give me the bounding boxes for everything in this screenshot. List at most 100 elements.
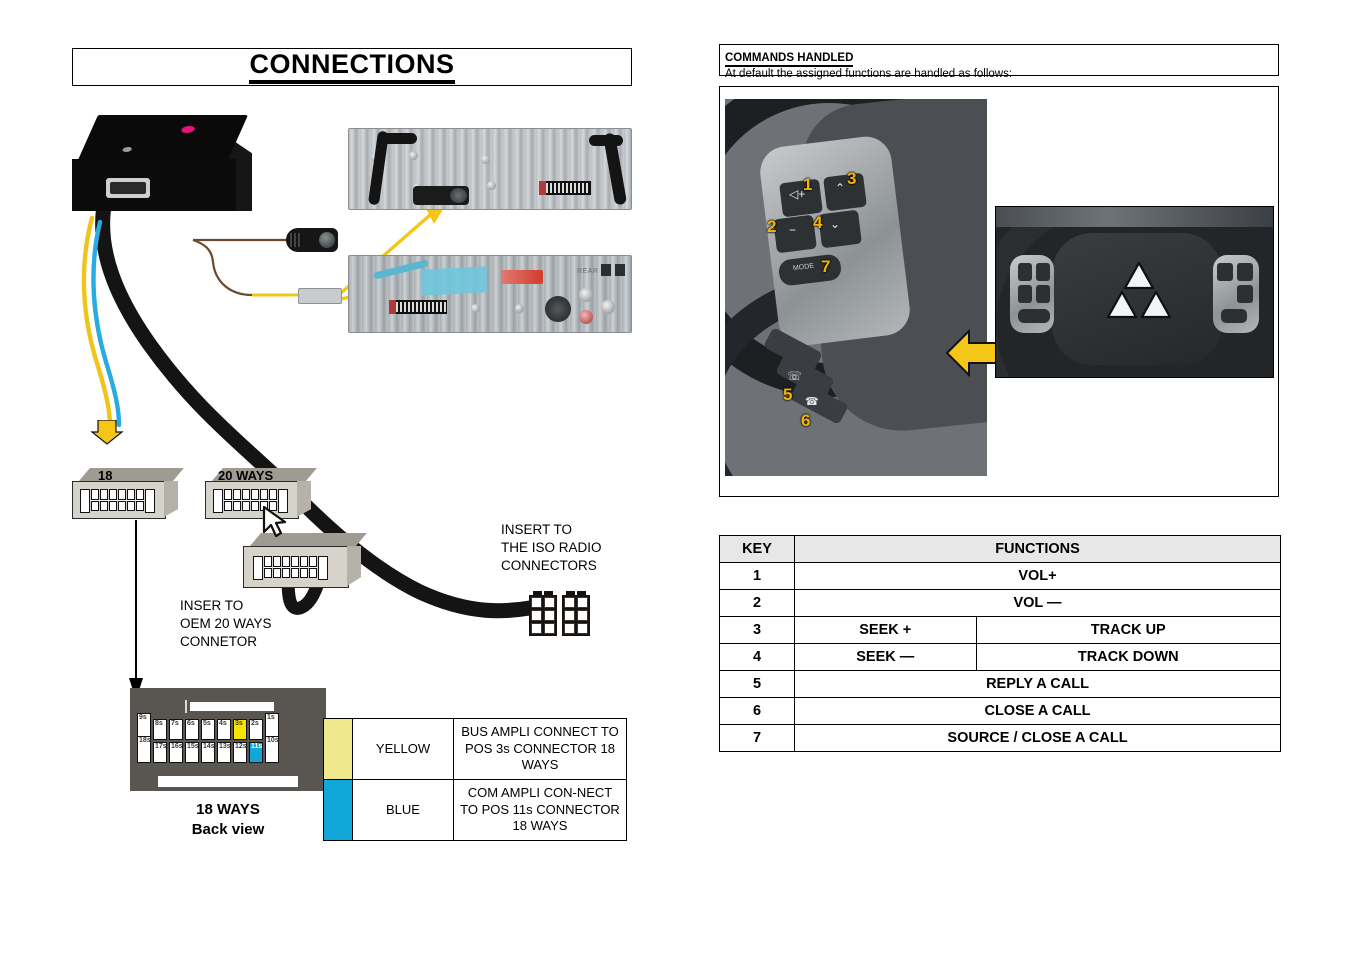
backview-pin-11s: 11s bbox=[249, 742, 263, 763]
backview-pin-12s: 12s bbox=[233, 742, 247, 763]
module-front bbox=[72, 159, 236, 211]
note-insert-oem: INSER TO OEM 20 WAYS CONNETOR bbox=[180, 598, 272, 649]
functions-table-row: 5 REPLY A CALL bbox=[719, 670, 1281, 698]
functions-table-header-row: KEY FUNCTIONS bbox=[719, 535, 1281, 563]
connector-18-label: 18 bbox=[98, 468, 113, 483]
multi-pin-socket bbox=[545, 296, 571, 322]
connector-20-ways-lower bbox=[243, 533, 367, 589]
radio-rear-photo-bottom: REAR bbox=[348, 255, 632, 333]
connector-18-back-view: 9s 8s 7s 6s 5s 4s 3s 2s 1s 18s 17s 16s 15s 14s 13s 12s… bbox=[130, 688, 326, 791]
commands-handled-title: COMMANDS HANDLED bbox=[725, 52, 854, 68]
page-title: CONNECTIONS bbox=[249, 50, 455, 84]
connector-18 bbox=[72, 468, 184, 519]
backview-pin-3s: 3s bbox=[233, 719, 247, 740]
function-cell: VOL+ bbox=[794, 562, 1281, 590]
backview-pin-2s: 2s bbox=[249, 719, 263, 740]
red-connector bbox=[501, 270, 543, 284]
backview-pin-8s: 8s bbox=[153, 719, 167, 740]
backview-pin-14s: 14s bbox=[201, 742, 215, 763]
functions-table: KEY FUNCTIONS 1 VOL+ 2 VOL —3 SEEK + TRACK UP… bbox=[719, 535, 1282, 752]
wire-description: BUS AMPLI CONNECT TO POS 3s CONNECTOR 18… bbox=[453, 718, 627, 780]
functions-table-row: 2 VOL — bbox=[719, 589, 1281, 617]
blue-tape-label bbox=[420, 266, 488, 296]
wire-colour-name: BLUE bbox=[352, 778, 454, 841]
function-cell-secondary: TRACK DOWN bbox=[975, 643, 1282, 671]
commands-handled-header: COMMANDS HANDLED At default the assigned… bbox=[719, 44, 1279, 80]
interface-module-box bbox=[72, 115, 252, 219]
key-cell-2: 2 bbox=[719, 589, 795, 617]
callout-6: 6 bbox=[801, 411, 811, 430]
key-cell-7: 7 bbox=[719, 724, 795, 752]
functions-table-row: 1 VOL+ bbox=[719, 562, 1281, 590]
backview-pin-18s: 18s bbox=[137, 736, 151, 763]
functions-table-row: 4 SEEK — TRACK DOWN bbox=[719, 643, 1282, 671]
iso-connector-b bbox=[562, 591, 590, 636]
backview-caption-line1: 18 WAYS bbox=[196, 801, 260, 818]
page-title-box: CONNECTIONS bbox=[72, 48, 632, 86]
backview-pin-16s: 16s bbox=[169, 742, 183, 763]
rear-label: REAR bbox=[577, 268, 599, 275]
backview-top-row: 9s 8s 7s 6s 5s 4s 3s 2s 1s bbox=[137, 713, 279, 740]
yellow-down-arrow-small bbox=[90, 420, 124, 445]
key-cell-5: 5 bbox=[719, 670, 795, 698]
backview-pin-6s: 6s bbox=[185, 719, 199, 740]
mitsubishi-logo-icon bbox=[1106, 261, 1172, 319]
function-cell-primary: SEEK — bbox=[794, 643, 977, 671]
functions-table-row: 6 CLOSE A CALL bbox=[719, 697, 1281, 725]
backview-pin-4s: 4s bbox=[217, 719, 231, 740]
callout-2: 2 bbox=[767, 217, 777, 236]
function-cell: CLOSE A CALL bbox=[794, 697, 1281, 725]
connector-20-ways-label: 20 WAYS bbox=[218, 468, 274, 483]
callout-7: 7 bbox=[821, 257, 831, 276]
function-cell: SOURCE / CLOSE A CALL bbox=[794, 724, 1281, 752]
callout-3: 3 bbox=[847, 169, 857, 188]
radio-chassis bbox=[348, 128, 632, 210]
note-insert-iso: INSERT TO THE ISO RADIO CONNECTORS bbox=[501, 522, 602, 573]
radio-rear-photo-top bbox=[348, 128, 632, 210]
module-cable-port bbox=[106, 178, 150, 198]
wire-description: COM AMPLI CON-NECT TO POS 11s CONNECTOR … bbox=[453, 778, 627, 841]
backview-caption: 18 WAYS Back view bbox=[130, 800, 326, 841]
colour-swatch-blue bbox=[323, 778, 353, 841]
patch-lead-plug bbox=[286, 228, 338, 252]
functions-table-row: 3 SEEK + TRACK UP bbox=[719, 616, 1282, 644]
cable-routing-diagram bbox=[81, 192, 538, 700]
backview-bottom-row: 18s 17s 16s 15s 14s 13s 12s 11s 10s bbox=[137, 736, 279, 763]
colour-swatch-yellow bbox=[323, 718, 353, 780]
callout-4: 4 bbox=[813, 213, 823, 232]
steering-wheel-photo-inset bbox=[995, 206, 1274, 378]
module-led-secondary bbox=[121, 147, 133, 152]
callout-1: 1 bbox=[803, 175, 813, 194]
legend-row: YELLOW BUS AMPLI CONNECT TO POS 3s CONNEC… bbox=[323, 718, 627, 780]
backview-pin-15s: 15s bbox=[185, 742, 199, 763]
backview-pin-17s: 17s bbox=[153, 742, 167, 763]
backview-pin-10s: 10s bbox=[265, 736, 279, 763]
callout-5: 5 bbox=[783, 385, 793, 404]
radio-chassis-2: REAR bbox=[348, 255, 632, 333]
module-led-indicator bbox=[180, 126, 197, 133]
function-cell-secondary: TRACK UP bbox=[975, 616, 1282, 644]
backview-pin-7s: 7s bbox=[169, 719, 183, 740]
backview-pin-13s: 13s bbox=[217, 742, 231, 763]
steering-wheel-photo-main: MODE ◁+ − ⌃ ⌄ 1 2 3 4 7 ☏ ☎ 5 6 bbox=[725, 99, 987, 476]
commands-handled-subtitle: At default the assigned functions are ha… bbox=[725, 68, 1013, 81]
functions-table-row: 7 SOURCE / CLOSE A CALL bbox=[719, 724, 1281, 752]
patch-lead-terminal bbox=[298, 288, 342, 304]
header-key: KEY bbox=[719, 535, 795, 563]
key-cell-4: 4 bbox=[719, 643, 795, 671]
backview-pin-5s: 5s bbox=[201, 719, 215, 740]
function-cell-primary: SEEK + bbox=[794, 616, 977, 644]
steering-wheel-photo-frame: MODE ◁+ − ⌃ ⌄ 1 2 3 4 7 ☏ ☎ 5 6 bbox=[719, 86, 1279, 497]
wire-colour-legend-table: YELLOW BUS AMPLI CONNECT TO POS 3s CONNEC… bbox=[323, 718, 627, 841]
key-cell-3: 3 bbox=[719, 616, 795, 644]
legend-row: BLUE COM AMPLI CON-NECT TO POS 11s CONNEC… bbox=[323, 778, 627, 841]
function-cell: VOL — bbox=[794, 589, 1281, 617]
din-connector bbox=[413, 186, 469, 205]
header-functions: FUNCTIONS bbox=[794, 535, 1281, 563]
key-cell-6: 6 bbox=[719, 697, 795, 725]
function-cell: REPLY A CALL bbox=[794, 670, 1281, 698]
wire-colour-name: YELLOW bbox=[352, 718, 454, 780]
iso-connector-a bbox=[529, 591, 557, 636]
key-cell-1: 1 bbox=[719, 562, 795, 590]
mouse-cursor-icon bbox=[262, 505, 287, 538]
